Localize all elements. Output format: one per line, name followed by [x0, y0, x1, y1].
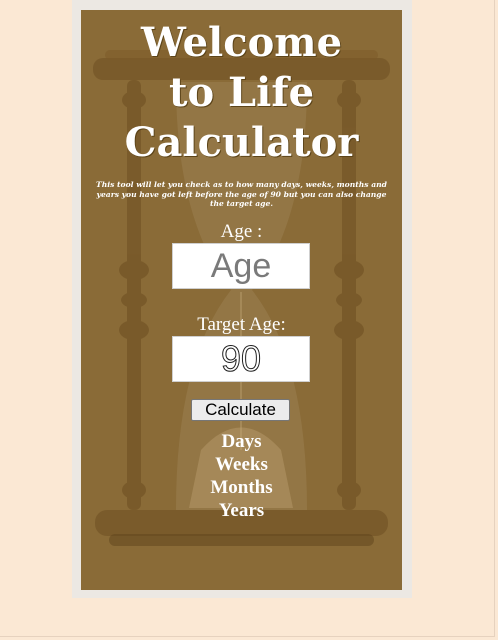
target-age-label: Target Age:	[197, 314, 286, 335]
results-list: Days Weeks Months Years	[81, 430, 402, 522]
title-line-2: to Life	[168, 69, 315, 116]
title-line-1: Welcome	[140, 19, 343, 66]
title-line-3: Calculator	[124, 119, 359, 166]
result-days: Days	[221, 431, 262, 452]
result-months: Months	[210, 477, 273, 498]
calculator-card: Welcome to Life Calculator This tool wil…	[81, 10, 402, 590]
page-title: Welcome to Life Calculator	[81, 18, 402, 168]
result-years: Years	[218, 500, 265, 521]
calculator-content: Welcome to Life Calculator This tool wil…	[81, 10, 402, 590]
age-label: Age :	[220, 221, 263, 242]
calculate-button[interactable]: Calculate	[191, 399, 290, 421]
target-age-input[interactable]	[172, 336, 310, 382]
result-weeks: Weeks	[215, 454, 268, 475]
intro-text: This tool will let you check as to how m…	[96, 180, 387, 208]
age-input[interactable]	[172, 243, 310, 289]
